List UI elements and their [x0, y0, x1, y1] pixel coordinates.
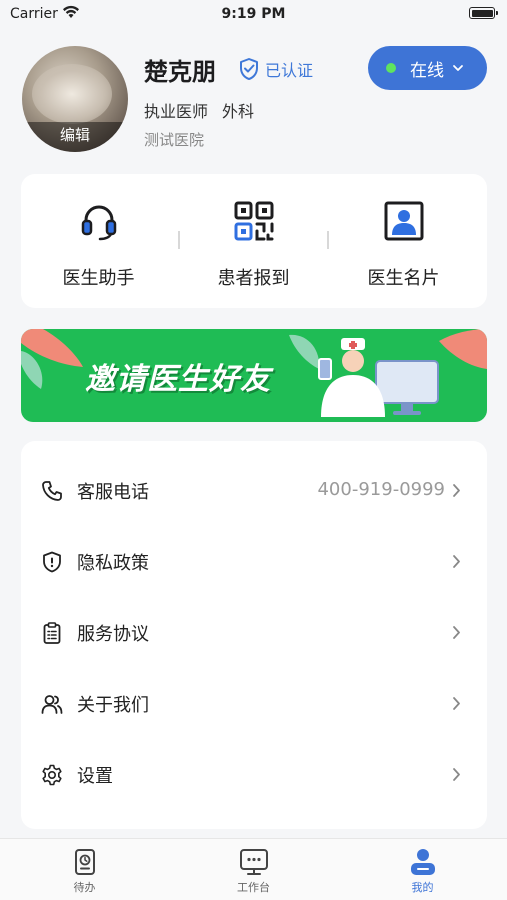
- tab-mine[interactable]: 我的: [338, 839, 507, 900]
- menu-item-label: 隐私政策: [77, 553, 149, 574]
- chevron-right-icon: [453, 768, 460, 781]
- chevron-down-icon: [453, 65, 463, 71]
- chevron-right-icon: [453, 697, 460, 710]
- profile-icon: [411, 849, 435, 875]
- online-status-button[interactable]: 在线: [368, 46, 487, 90]
- status-dot: [386, 63, 396, 73]
- edit-avatar-button[interactable]: 编辑: [22, 122, 128, 152]
- tab-workbench[interactable]: 工作台: [169, 839, 338, 900]
- verified-label: 已认证: [265, 61, 314, 80]
- menu-item-privacy-policy[interactable]: 隐私政策: [21, 527, 487, 598]
- quick-action-patient-checkin[interactable]: 患者报到: [176, 174, 331, 308]
- menu-item-label: 客服电话: [77, 482, 149, 503]
- quick-action-label: 患者报到: [217, 268, 290, 289]
- tab-label: 工作台: [237, 881, 270, 894]
- menu-item-label: 关于我们: [77, 695, 149, 716]
- gear-icon: [42, 764, 62, 786]
- chevron-right-icon: [453, 484, 460, 497]
- shield-icon: [43, 551, 61, 573]
- profile-header: 编辑 楚克朋 已认证 执业医师 外科 测试医院 在线: [0, 30, 507, 170]
- doctor-department: 外科: [222, 102, 255, 121]
- chevron-right-icon: [453, 626, 460, 639]
- tab-todo[interactable]: 待办: [0, 839, 169, 900]
- clock: 9:19 PM: [221, 6, 286, 22]
- chevron-right-icon: [453, 555, 460, 568]
- quick-action-label: 医生助手: [62, 268, 135, 289]
- todo-icon: [75, 849, 95, 875]
- menu-item-settings[interactable]: 设置: [21, 740, 487, 811]
- doctor-title: 执业医师: [144, 102, 209, 121]
- quick-action-doctor-assistant[interactable]: 医生助手: [21, 174, 176, 308]
- menu-item-label: 设置: [77, 766, 113, 787]
- status-bar: Carrier 9:19 PM: [0, 0, 507, 30]
- bottom-tab-bar: 待办 工作台 我的: [0, 838, 507, 900]
- users-icon: [41, 695, 63, 714]
- workbench-icon: [240, 849, 268, 875]
- settings-menu: 客服电话 400-919-0999 隐私政策 服务协议 关于我们 设置: [21, 441, 487, 829]
- service-phone-number: 400-919-0999: [317, 479, 445, 500]
- headset-icon: [81, 205, 117, 241]
- status-label: 在线: [410, 60, 444, 81]
- menu-item-service-agreement[interactable]: 服务协议: [21, 598, 487, 669]
- verified-badge: 已认证: [238, 56, 313, 82]
- tab-label: 待办: [73, 881, 96, 894]
- title-line: 执业医师 外科: [144, 98, 254, 122]
- menu-item-customer-service[interactable]: 客服电话 400-919-0999: [21, 456, 487, 527]
- avatar[interactable]: 编辑: [22, 46, 128, 152]
- avatar-photo: [32, 64, 112, 124]
- menu-item-label: 服务协议: [77, 624, 149, 645]
- menu-item-about-us[interactable]: 关于我们: [21, 669, 487, 740]
- invite-doctor-banner[interactable]: 邀请医生好友: [21, 329, 487, 422]
- doctor-name: 楚克朋: [144, 58, 216, 86]
- phone-icon: [42, 481, 62, 501]
- battery-icon: [469, 7, 498, 19]
- qr-code-icon: [234, 201, 274, 241]
- hospital-name: 测试医院: [144, 131, 205, 149]
- id-card-icon: [384, 201, 424, 241]
- clipboard-icon: [43, 622, 61, 644]
- shield-check-icon: [240, 58, 258, 80]
- banner-text: 邀请医生好友: [85, 362, 271, 397]
- quick-actions-card: 医生助手 患者报到 医生名片: [21, 174, 487, 308]
- quick-action-label: 医生名片: [367, 268, 440, 289]
- tab-label: 我的: [411, 881, 434, 894]
- quick-action-doctor-card[interactable]: 医生名片: [326, 174, 481, 308]
